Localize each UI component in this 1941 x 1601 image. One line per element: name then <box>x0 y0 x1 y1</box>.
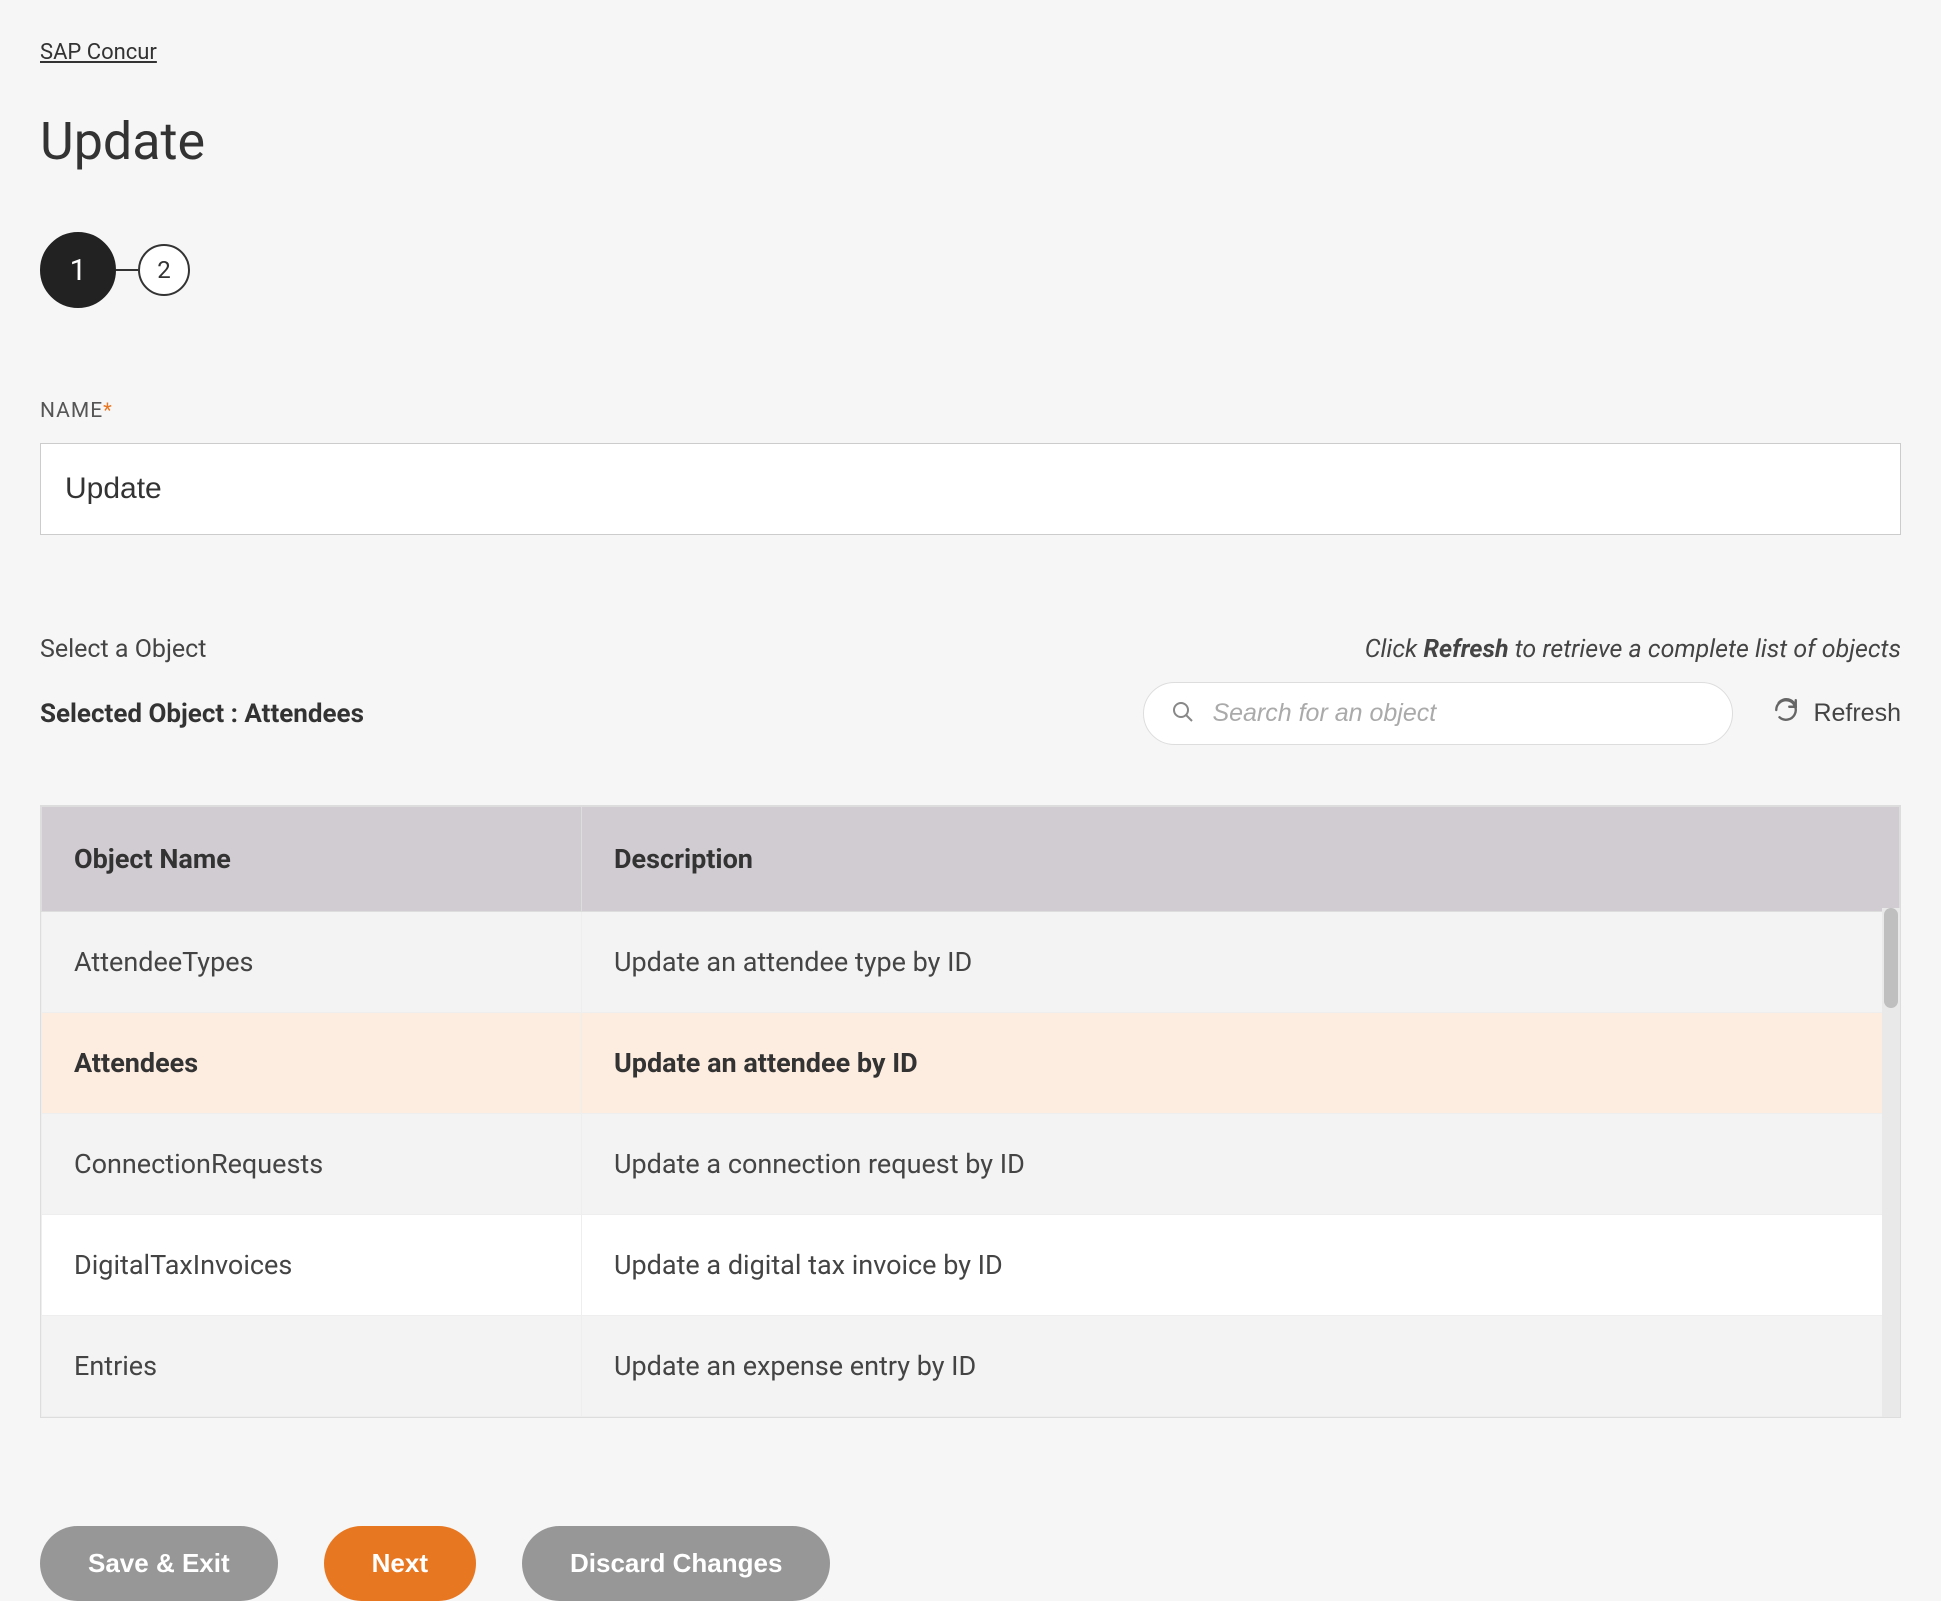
stepper: 1 2 <box>40 232 1901 308</box>
cell-description: Update an expense entry by ID <box>582 1316 1900 1417</box>
cell-object-name: ConnectionRequests <box>42 1114 582 1215</box>
column-header-description[interactable]: Description <box>582 807 1900 912</box>
table-row[interactable]: AttendeeTypesUpdate an attendee type by … <box>42 912 1900 1013</box>
object-table-container: Object Name Description AttendeeTypesUpd… <box>40 805 1901 1418</box>
table-row[interactable]: EntriesUpdate an expense entry by ID <box>42 1316 1900 1417</box>
scrollbar-thumb[interactable] <box>1884 908 1898 1008</box>
next-button[interactable]: Next <box>324 1526 476 1601</box>
selected-object-text: Selected Object : Attendees <box>40 699 364 729</box>
refresh-hint: Click Refresh to retrieve a complete lis… <box>1365 635 1901 664</box>
cell-description: Update a digital tax invoice by ID <box>582 1215 1900 1316</box>
object-table: Object Name Description AttendeeTypesUpd… <box>41 806 1900 1417</box>
cell-description: Update an attendee type by ID <box>582 912 1900 1013</box>
cell-object-name: DigitalTaxInvoices <box>42 1215 582 1316</box>
name-input[interactable] <box>40 443 1901 535</box>
cell-object-name: Entries <box>42 1316 582 1417</box>
footer-buttons: Save & Exit Next Discard Changes <box>40 1526 1901 1601</box>
name-field-label: NAME <box>40 399 103 423</box>
step-2[interactable]: 2 <box>138 244 190 296</box>
refresh-icon <box>1773 697 1799 730</box>
table-row[interactable]: AttendeesUpdate an attendee by ID <box>42 1013 1900 1114</box>
refresh-button[interactable]: Refresh <box>1773 697 1901 730</box>
search-icon <box>1171 700 1195 728</box>
cell-object-name: Attendees <box>42 1013 582 1114</box>
required-asterisk-icon: * <box>103 398 112 422</box>
table-row[interactable]: DigitalTaxInvoicesUpdate a digital tax i… <box>42 1215 1900 1316</box>
step-connector <box>116 269 138 271</box>
select-object-label: Select a Object <box>40 635 206 664</box>
save-exit-button[interactable]: Save & Exit <box>40 1526 278 1601</box>
search-input[interactable] <box>1143 682 1733 745</box>
refresh-button-label: Refresh <box>1813 699 1901 728</box>
cell-description: Update a connection request by ID <box>582 1114 1900 1215</box>
discard-changes-button[interactable]: Discard Changes <box>522 1526 830 1601</box>
cell-description: Update an attendee by ID <box>582 1013 1900 1114</box>
column-header-object-name[interactable]: Object Name <box>42 807 582 912</box>
page-title: Update <box>40 111 1901 172</box>
breadcrumb-link[interactable]: SAP Concur <box>40 40 157 65</box>
step-1[interactable]: 1 <box>40 232 116 308</box>
scrollbar-track[interactable] <box>1882 908 1900 1417</box>
cell-object-name: AttendeeTypes <box>42 912 582 1013</box>
table-row[interactable]: ConnectionRequestsUpdate a connection re… <box>42 1114 1900 1215</box>
